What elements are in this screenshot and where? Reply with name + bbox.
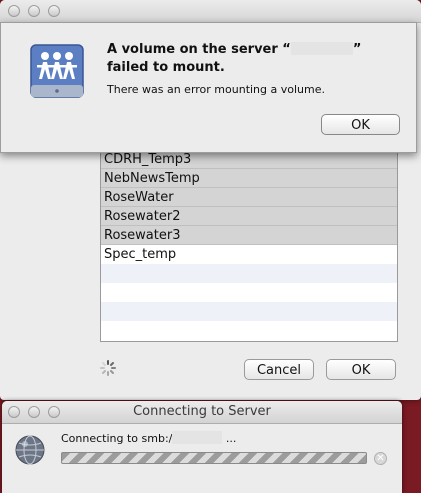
connecting-title: Connecting to Server — [133, 404, 271, 419]
volume-list-item[interactable] — [101, 283, 397, 302]
volume-list-item[interactable]: Rosewater3 — [101, 226, 397, 245]
alert-message: There was an error mounting a volume. — [107, 83, 325, 96]
volume-list-item[interactable] — [101, 321, 397, 340]
cancel-button[interactable]: Cancel — [244, 359, 314, 380]
network-drive-icon — [30, 44, 84, 98]
volume-list-item[interactable]: Rosewater2 — [101, 207, 397, 226]
connection-progress-bar — [61, 452, 367, 464]
volume-list-item[interactable] — [101, 264, 397, 283]
mount-error-alert: A volume on the server “” failed to moun… — [0, 22, 417, 153]
connecting-window: Connecting to Server Connecting to smb:/… — [2, 401, 402, 493]
connecting-status: Connecting to smb:/ ... — [61, 431, 236, 445]
loading-spinner-icon — [100, 360, 116, 376]
alert-ok-button[interactable]: OK — [321, 114, 400, 135]
globe-icon — [15, 435, 45, 465]
ok-button[interactable]: OK — [326, 359, 396, 380]
close-window-button[interactable] — [8, 5, 20, 17]
minimize-window-button[interactable] — [28, 5, 40, 17]
volume-list-item[interactable]: RoseWater — [101, 188, 397, 207]
alert-title: A volume on the server “” failed to moun… — [107, 41, 397, 77]
redacted-server-name — [290, 42, 353, 55]
status-prefix: Connecting to smb:/ — [61, 432, 173, 445]
volume-list-item[interactable] — [101, 302, 397, 321]
redacted-server-address — [172, 431, 223, 444]
stop-connecting-icon[interactable]: ✕ — [374, 452, 387, 465]
volume-list-item[interactable]: NebNewsTemp — [101, 169, 397, 188]
progress-fill — [62, 453, 366, 463]
connecting-titlebar: Connecting to Server — [2, 401, 402, 424]
alert-title-prefix: A volume on the server “ — [107, 42, 291, 57]
status-suffix: ... — [222, 432, 237, 445]
zoom-window-button[interactable] — [48, 5, 60, 17]
volume-list-item[interactable]: Spec_temp — [101, 245, 397, 264]
window-titlebar — [0, 0, 421, 23]
